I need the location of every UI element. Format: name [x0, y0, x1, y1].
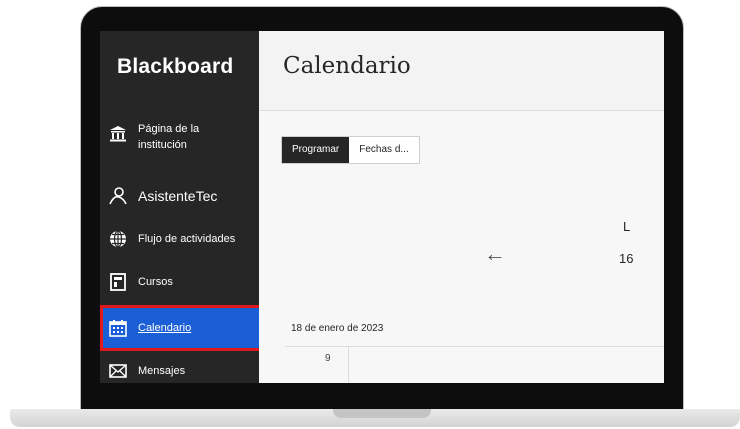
- calendar-icon: [108, 318, 128, 338]
- sidebar-item-label: Cursos: [138, 276, 173, 288]
- sidebar-item-label: Flujo de actividades: [138, 233, 236, 245]
- hour-label: 9: [325, 353, 331, 364]
- day-number[interactable]: 16: [619, 251, 633, 266]
- sidebar-item-label: Página de la institución: [138, 123, 200, 151]
- sidebar-item-label: AsistenteTec: [138, 188, 218, 204]
- sidebar: Blackboard Página de la institución Asis…: [100, 31, 263, 383]
- laptop-notch: [333, 409, 431, 418]
- globe-icon: [108, 229, 128, 249]
- sidebar-item-messages[interactable]: Mensajes: [100, 358, 259, 383]
- sidebar-item-calendar[interactable]: Calendario: [100, 308, 259, 348]
- institution-icon: [108, 123, 128, 143]
- schedule-view-button[interactable]: Programar: [282, 137, 350, 163]
- page-header: Calendario: [259, 31, 664, 111]
- sidebar-item-user[interactable]: AsistenteTec: [100, 181, 259, 211]
- user-icon: [108, 186, 128, 206]
- sidebar-item-label: Mensajes: [138, 365, 186, 377]
- sidebar-item-activity[interactable]: Flujo de actividades: [100, 225, 259, 253]
- courses-icon: [108, 272, 128, 292]
- grid-line: [285, 346, 664, 347]
- date-label: 18 de enero de 2023: [291, 323, 384, 334]
- app-logo: Blackboard: [117, 55, 234, 78]
- sidebar-item-courses[interactable]: Cursos: [100, 268, 259, 296]
- previous-arrow-icon[interactable]: ←: [484, 241, 506, 267]
- calendar-area: Programar Fechas d... ← L 16 18 de enero…: [259, 111, 664, 383]
- sidebar-item-label: Calendario: [138, 322, 192, 334]
- due-dates-view-button[interactable]: Fechas d...: [349, 137, 418, 163]
- sidebar-item-institution[interactable]: Página de la institución: [100, 121, 259, 161]
- mail-icon: [108, 361, 128, 381]
- page-title: Calendario: [283, 53, 411, 79]
- day-letter: L: [623, 219, 631, 234]
- view-toggle: Programar Fechas d...: [281, 136, 420, 164]
- screen: Blackboard Página de la institución Asis…: [100, 31, 664, 383]
- main-content: Calendario Programar Fechas d... ← L 16 …: [259, 31, 664, 383]
- grid-divider: [348, 346, 349, 383]
